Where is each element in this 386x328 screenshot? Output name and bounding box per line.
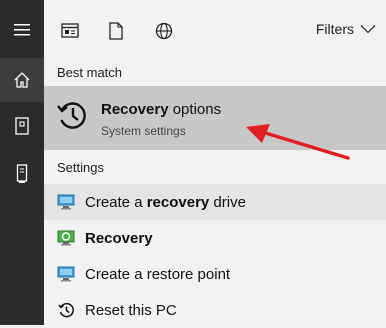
app-window-icon xyxy=(61,23,79,38)
tower-icon xyxy=(16,164,28,183)
best-match-title-bold: Recovery xyxy=(101,101,169,118)
home-icon xyxy=(14,72,30,88)
document-icon xyxy=(109,22,123,40)
list-item-label-post: drive xyxy=(209,194,246,211)
chevron-down-icon xyxy=(360,25,376,34)
best-match-title: Recovery options xyxy=(101,101,221,118)
list-item[interactable]: Create a restore point xyxy=(44,256,386,292)
settings-heading: Settings xyxy=(57,160,104,175)
list-item-label-pre: Reset this PC xyxy=(85,302,177,319)
best-match-subtitle: System settings xyxy=(101,124,186,138)
list-item-label-bold: Recovery xyxy=(85,230,153,247)
best-match-title-rest: options xyxy=(168,101,222,118)
list-item-label: Create a restore point xyxy=(85,266,230,283)
notebook-icon xyxy=(15,117,29,135)
documents-button[interactable] xyxy=(0,104,44,148)
list-item-label: Create a recovery drive xyxy=(85,194,246,211)
filters-label: Filters xyxy=(315,21,354,37)
documents-filter-button[interactable] xyxy=(104,19,128,43)
device-button[interactable] xyxy=(0,152,44,196)
annotation-arrow xyxy=(246,124,350,160)
apps-filter-button[interactable] xyxy=(58,19,82,43)
hamburger-icon xyxy=(14,24,30,36)
best-match-heading: Best match xyxy=(57,65,123,80)
search-results-panel: Filters Best match Recovery options Syst… xyxy=(44,0,386,325)
web-filter-button[interactable] xyxy=(152,19,176,43)
list-item-label-pre: Create a xyxy=(85,194,147,211)
recovery-shield-icon xyxy=(56,228,76,248)
monitor-icon xyxy=(56,264,76,284)
globe-icon xyxy=(155,22,173,40)
monitor-icon xyxy=(56,192,76,212)
list-item-label: Reset this PC xyxy=(85,302,177,319)
history-icon xyxy=(56,300,76,320)
list-item-label-bold: recovery xyxy=(146,194,210,211)
start-rail xyxy=(0,0,44,325)
list-item-label: Recovery xyxy=(85,230,153,247)
filter-bar: Filters xyxy=(44,0,386,60)
history-icon xyxy=(55,98,91,139)
home-button[interactable] xyxy=(0,58,44,102)
filters-dropdown[interactable]: Filters xyxy=(316,21,376,37)
list-item[interactable]: Recovery xyxy=(44,220,386,256)
list-item[interactable]: Reset this PC xyxy=(44,292,386,328)
hamburger-menu-button[interactable] xyxy=(0,8,44,52)
list-item[interactable]: Create a recovery drive xyxy=(44,184,386,220)
list-item-label-pre: Create a restore point xyxy=(85,266,231,283)
